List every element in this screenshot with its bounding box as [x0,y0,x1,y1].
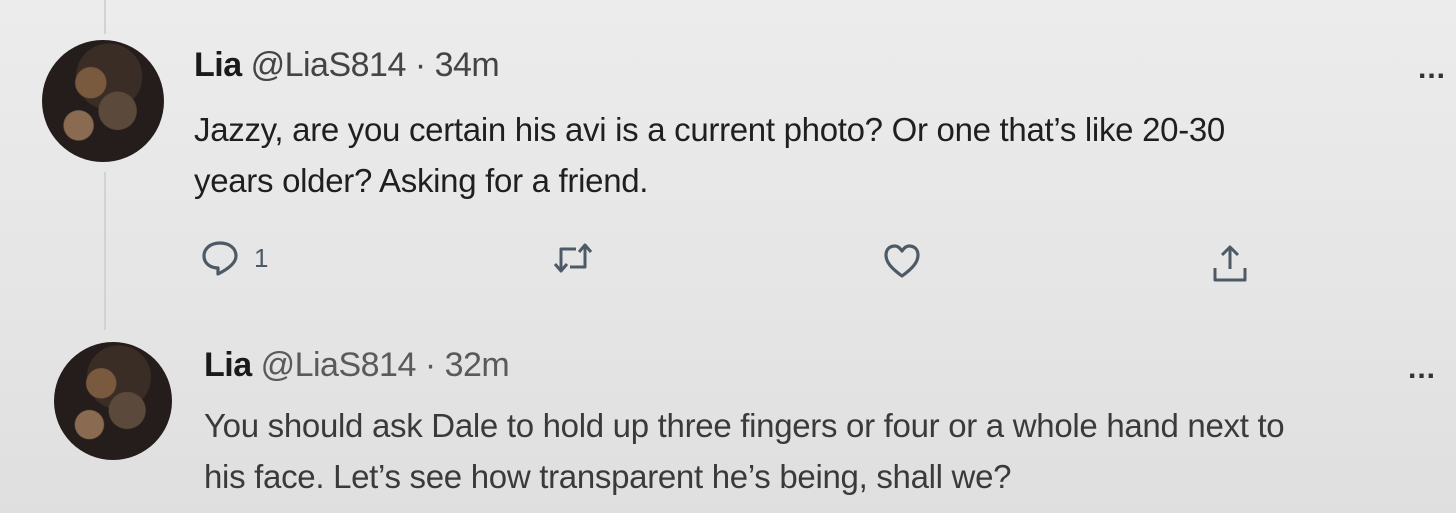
tweet-text: You should ask Dale to hold up three fin… [204,400,1444,502]
tweet-text-line: years older? Asking for a friend. [194,162,649,199]
reply-button[interactable]: 1 [200,238,268,278]
display-name[interactable]: Lia [194,46,242,84]
timestamp[interactable]: 32m [445,346,510,384]
more-options-button[interactable]: ... [1418,52,1446,86]
avatar[interactable] [54,342,172,460]
tweet-text-line: Jazzy, are you certain his avi is a curr… [194,111,1225,148]
timestamp[interactable]: 34m [435,46,500,84]
tweet-header: Lia @LiaS814 · 34m [194,46,500,85]
handle[interactable]: @LiaS814 [251,46,407,84]
separator: · [414,46,426,84]
retweet-button[interactable] [552,240,608,276]
heart-icon [882,242,922,280]
separator: · [424,346,436,384]
share-button[interactable] [1210,242,1250,284]
handle[interactable]: @LiaS814 [261,346,417,384]
like-button[interactable] [882,242,936,280]
tweet-header: Lia @LiaS814 · 32m [204,346,510,385]
more-options-button[interactable]: ... [1408,352,1436,386]
tweet-text-line: his face. Let’s see how transparent he’s… [204,458,1012,495]
tweet[interactable]: Lia @LiaS814 · 34m ... Jazzy, are you ce… [0,0,1456,320]
reply-count: 1 [254,242,269,273]
avatar[interactable] [42,40,164,162]
display-name[interactable]: Lia [204,346,252,384]
tweet-text: Jazzy, are you certain his avi is a curr… [194,104,1434,206]
reply-icon [200,238,240,278]
tweet-text-line: You should ask Dale to hold up three fin… [204,407,1285,444]
share-icon [1210,242,1250,284]
retweet-icon [552,240,594,276]
twitter-thread: Lia @LiaS814 · 34m ... Jazzy, are you ce… [0,0,1456,513]
tweet[interactable]: Lia @LiaS814 · 32m ... You should ask Da… [0,330,1456,513]
